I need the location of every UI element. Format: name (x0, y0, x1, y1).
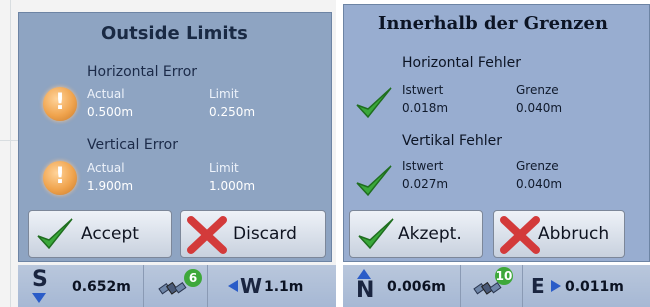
east-west-distance: 0.011m (565, 279, 624, 295)
horizontal-actual-value: 0.500m (87, 105, 134, 119)
within-limits-screen: Innerhalb der Grenzen Horizontal Fehler … (343, 0, 650, 307)
vertical-limit-value: 0.040m (516, 177, 563, 191)
north-south-distance: 0.652m (72, 279, 131, 295)
accept-button[interactable]: Accept (28, 210, 172, 258)
vertical-limit-value: 1.000m (209, 179, 256, 193)
warning-icon (43, 87, 77, 121)
discard-button[interactable]: Discard (180, 210, 326, 258)
horizontal-limit-value: 0.040m (516, 101, 563, 115)
map-grid-line (10, 0, 11, 307)
accept-button-label: Accept (81, 224, 139, 244)
x-mark-icon (500, 216, 540, 254)
discard-button-label: Discard (233, 224, 297, 244)
north-south-offset: S 0.652m (18, 265, 144, 307)
satellite-status[interactable]: 6 (144, 265, 208, 307)
north-south-offset: N 0.006m (343, 265, 461, 307)
vertical-error-heading: Vertikal Fehler (402, 133, 503, 149)
horizontal-limit-label: Limit (209, 87, 239, 101)
arrow-left-icon (228, 280, 238, 292)
vertical-actual-label: Actual (87, 161, 125, 175)
horizontal-limit-label: Grenze (516, 83, 559, 97)
vertical-actual-value: 0.027m (402, 177, 449, 191)
east-west-distance: 1.1m (264, 279, 304, 295)
discard-button[interactable]: Abbruch (493, 210, 625, 258)
warning-icon (43, 161, 77, 195)
accept-button-label: Akzept. (398, 224, 462, 244)
vertical-limit-label: Limit (209, 161, 239, 175)
status-bar: S 0.652m 6 W 1.1m (18, 265, 336, 307)
east-west-offset: E 0.011m (523, 265, 650, 307)
vertical-error-heading: Vertical Error (87, 137, 178, 153)
arrow-down-icon (32, 293, 46, 303)
west-direction-letter: W (240, 274, 263, 298)
horizontal-actual-label: Istwert (402, 83, 444, 97)
checkmark-icon (356, 216, 396, 252)
accept-button[interactable]: Akzept. (349, 210, 483, 258)
checkmark-icon (354, 163, 394, 199)
satellite-count-badge: 10 (495, 267, 513, 285)
map-grid-line (0, 140, 18, 141)
checkmark-icon (35, 216, 75, 252)
east-direction-letter: E (531, 274, 545, 298)
discard-button-label: Abbruch (538, 224, 610, 244)
arrow-right-icon (551, 280, 561, 292)
horizontal-error-heading: Horizontal Error (87, 64, 198, 80)
horizontal-actual-label: Actual (87, 87, 125, 101)
east-west-offset: W 1.1m (208, 265, 336, 307)
vertical-actual-label: Istwert (402, 159, 444, 173)
checkmark-icon (354, 85, 394, 121)
south-direction-letter: S (32, 267, 48, 292)
north-direction-letter: N (356, 278, 375, 303)
outside-limits-screen: Outside Limits Horizontal Error Actual 0… (0, 0, 336, 307)
north-south-distance: 0.006m (387, 279, 446, 295)
vertical-limit-label: Grenze (516, 159, 559, 173)
horizontal-actual-value: 0.018m (402, 101, 449, 115)
satellite-status[interactable]: 10 (461, 265, 523, 307)
satellite-count-badge: 6 (184, 269, 202, 287)
dialog-title: Innerhalb der Grenzen (378, 13, 608, 34)
vertical-actual-value: 1.900m (87, 179, 134, 193)
status-bar: N 0.006m 10 E 0.011m (343, 265, 650, 307)
horizontal-error-heading: Horizontal Fehler (402, 55, 521, 71)
horizontal-limit-value: 0.250m (209, 105, 256, 119)
dialog-title: Outside Limits (101, 23, 248, 44)
x-mark-icon (187, 216, 227, 254)
